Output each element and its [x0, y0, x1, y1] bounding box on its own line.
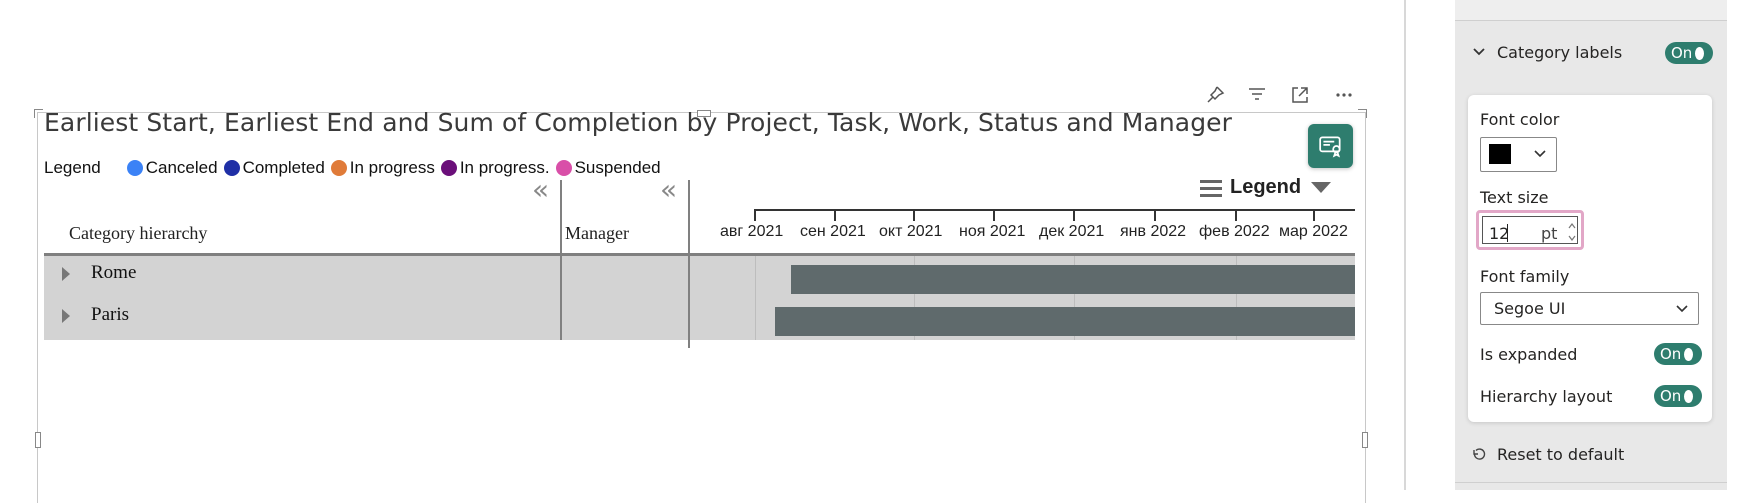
- pin-icon[interactable]: [1204, 84, 1226, 106]
- font-family-label: Font family: [1480, 267, 1570, 286]
- axis-label: окт 2021: [879, 223, 943, 240]
- filter-icon[interactable]: [1246, 84, 1268, 106]
- axis-label: сен 2021: [800, 223, 866, 240]
- legend-toggle-label: Legend: [1230, 176, 1302, 198]
- axis-tick: [1154, 209, 1156, 221]
- axis-tick: [754, 209, 756, 221]
- grid-line: [755, 255, 756, 340]
- axis-tick: [1313, 209, 1315, 221]
- axis-label: фев 2022: [1199, 223, 1270, 240]
- axis-label: авг 2021: [720, 223, 784, 240]
- legend-item-canceled[interactable]: Canceled: [126, 158, 218, 178]
- menu-icon: [1200, 179, 1222, 197]
- font-color-label: Font color: [1480, 110, 1560, 129]
- axis-label: мар 2022: [1279, 223, 1348, 240]
- is-expanded-toggle[interactable]: On: [1654, 343, 1702, 365]
- legend-title: Legend: [44, 158, 101, 177]
- timeline-axis: [755, 209, 1355, 211]
- legend-dot-icon: [330, 160, 347, 176]
- chevron-down-icon: [1534, 150, 1546, 158]
- resize-handle-top-right[interactable]: [1358, 109, 1367, 118]
- hierarchy-layout-label: Hierarchy layout: [1480, 387, 1613, 406]
- color-swatch: [1489, 144, 1511, 164]
- spinner-icon[interactable]: [1567, 219, 1577, 245]
- legend-item-completed[interactable]: Completed: [223, 158, 325, 178]
- more-options-icon[interactable]: [1333, 84, 1355, 106]
- text-size-input[interactable]: 12 pt: [1476, 210, 1584, 250]
- expand-row-rome-icon[interactable]: [62, 267, 70, 281]
- chevron-down-icon: [1311, 182, 1332, 193]
- legend-toggle[interactable]: Legend: [1200, 176, 1332, 199]
- text-size-unit: pt: [1541, 224, 1558, 243]
- smart-narrative-button[interactable]: [1308, 124, 1353, 168]
- text-cursor: [1507, 224, 1508, 242]
- category-labels-toggle[interactable]: On: [1665, 42, 1713, 64]
- row-label-paris[interactable]: Paris: [91, 304, 129, 326]
- axis-tick: [834, 209, 836, 221]
- axis-tick: [1073, 209, 1075, 221]
- row-label-rome[interactable]: Rome: [91, 262, 136, 284]
- text-size-label: Text size: [1480, 188, 1549, 207]
- category-hierarchy-header: Category hierarchy: [69, 223, 208, 243]
- manager-header: Manager: [565, 223, 629, 243]
- legend-dot-icon: [223, 160, 240, 176]
- legend-item-suspended[interactable]: Suspended: [555, 158, 661, 178]
- focus-mode-icon[interactable]: [1289, 84, 1311, 106]
- font-family-value: Segoe UI: [1494, 299, 1566, 318]
- font-color-picker[interactable]: [1480, 137, 1557, 172]
- chevron-down-icon[interactable]: [1472, 45, 1486, 59]
- resize-handle-right[interactable]: [1362, 432, 1368, 448]
- axis-tick: [993, 209, 995, 221]
- axis-label: янв 2022: [1120, 223, 1187, 240]
- column-divider: [688, 253, 690, 348]
- legend-dot-icon: [555, 160, 572, 176]
- column-divider: [560, 253, 562, 340]
- expand-row-paris-icon[interactable]: [62, 309, 70, 323]
- category-labels-section-header[interactable]: Category labels On: [1455, 36, 1727, 72]
- visual-title: Earliest Start, Earliest End and Sum of …: [44, 108, 1233, 137]
- pane-separator: [1455, 482, 1727, 483]
- legend-dot-icon: [440, 160, 457, 176]
- gantt-bar-rome[interactable]: [791, 265, 1355, 294]
- pane-divider[interactable]: [1404, 0, 1406, 490]
- resize-handle-top-left[interactable]: [34, 109, 43, 118]
- header-separator: [44, 253, 1355, 256]
- collapse-category-icon[interactable]: «: [532, 176, 549, 204]
- reset-to-default-button[interactable]: Reset to default: [1471, 445, 1624, 464]
- insights-icon: [1318, 136, 1341, 158]
- section-title: Category labels: [1497, 43, 1623, 62]
- gantt-bar-paris[interactable]: [775, 307, 1355, 336]
- font-family-dropdown[interactable]: Segoe UI: [1480, 292, 1699, 325]
- axis-tick: [1235, 209, 1237, 221]
- axis-label: ноя 2021: [959, 223, 1026, 240]
- resize-handle-left[interactable]: [35, 432, 41, 448]
- collapse-manager-icon[interactable]: «: [660, 176, 677, 204]
- is-expanded-label: Is expanded: [1480, 345, 1578, 364]
- legend-item-in-progress[interactable]: In progress: [330, 158, 435, 178]
- pane-previous-section: [1455, 0, 1727, 21]
- axis-label: дек 2021: [1039, 223, 1105, 240]
- legend-dot-icon: [126, 160, 143, 176]
- axis-tick: [913, 209, 915, 221]
- hierarchy-layout-toggle[interactable]: On: [1654, 385, 1702, 407]
- legend: Legend Canceled Completed In progress In…: [44, 158, 667, 178]
- reset-icon: [1473, 447, 1486, 460]
- chevron-down-icon: [1676, 305, 1688, 313]
